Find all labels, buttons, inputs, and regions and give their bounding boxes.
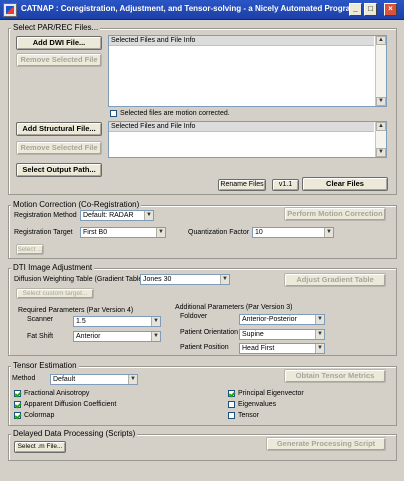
- scroll-up-icon[interactable]: ▲: [376, 122, 386, 131]
- scroll-down-icon[interactable]: ▼: [376, 148, 386, 157]
- rename-files-button[interactable]: Rename Files: [218, 179, 266, 191]
- patient-orientation-label: Patient Orientation: [180, 329, 238, 336]
- clear-files-button[interactable]: Clear Files: [302, 177, 388, 191]
- fractional-anisotropy-checkbox[interactable]: [14, 390, 21, 397]
- motion-correction-panel-title: Motion Correction (Co-Registration): [11, 200, 142, 209]
- tensor-method-dropdown[interactable]: Default ▼: [50, 374, 138, 385]
- patient-orientation-dropdown[interactable]: Supine ▼: [239, 329, 325, 340]
- obtain-tensor-metrics-button[interactable]: Obtain Tensor Metrics: [284, 369, 386, 383]
- perform-motion-correction-button[interactable]: Perform Motion Correction: [284, 207, 386, 221]
- fat-shift-value: Anterior: [76, 333, 101, 340]
- select-output-path-button[interactable]: Select Output Path...: [16, 163, 102, 177]
- structural-file-list[interactable]: Selected Files and File Info ▲ ▼: [108, 121, 387, 158]
- dwi-list-header: Selected Files and File Info: [109, 36, 374, 46]
- chevron-down-icon: ▼: [315, 315, 324, 324]
- chevron-down-icon: ▼: [315, 330, 324, 339]
- quantization-factor-label: Quantization Factor: [188, 229, 250, 236]
- adc-checkbox[interactable]: [14, 401, 21, 408]
- additional-parameters-label: Additional Parameters (Par Version 3): [175, 304, 293, 311]
- tensor-label: Tensor: [238, 412, 260, 419]
- maximize-button[interactable]: □: [364, 3, 377, 16]
- quantization-factor-dropdown[interactable]: 10 ▼: [252, 227, 334, 238]
- add-structural-file-button[interactable]: Add Structural File...: [16, 122, 102, 136]
- generate-processing-script-button[interactable]: Generate Processing Script: [266, 437, 386, 451]
- chevron-down-icon: ▼: [324, 228, 333, 237]
- select-target-button[interactable]: Select ...: [16, 244, 44, 255]
- minimize-button[interactable]: _: [349, 3, 362, 16]
- window-title: CATNAP : Coregistration, Adjustment, and…: [21, 4, 358, 13]
- registration-method-dropdown[interactable]: Default: RADAR ▼: [80, 210, 154, 221]
- scroll-up-icon[interactable]: ▲: [376, 36, 386, 45]
- chevron-down-icon: ▼: [151, 332, 160, 341]
- remove-structural-file-button[interactable]: Remove Selected File: [16, 141, 102, 155]
- tensor-checkbox[interactable]: [228, 412, 235, 419]
- foldover-dropdown[interactable]: Anterior-Posterior ▼: [239, 314, 325, 325]
- tensor-estimation-panel-title: Tensor Estimation: [11, 361, 79, 370]
- motion-corrected-checkbox[interactable]: [110, 110, 117, 117]
- motion-corrected-label: Selected files are motion corrected.: [120, 110, 230, 117]
- gradient-table-dropdown[interactable]: Jones 30 ▼: [140, 274, 230, 285]
- chevron-down-icon: ▼: [315, 344, 324, 353]
- required-parameters-label: Required Parameters (Par Version 4): [18, 307, 134, 314]
- eigenvalues-label: Eigenvalues: [238, 401, 277, 408]
- fat-shift-label: Fat Shift: [27, 333, 54, 340]
- foldover-label: Foldover: [180, 313, 208, 320]
- registration-target-dropdown[interactable]: First B0 ▼: [80, 227, 166, 238]
- eigenvalues-checkbox[interactable]: [228, 401, 235, 408]
- dti-adjustment-panel-title: DTI Image Adjustment: [11, 263, 95, 272]
- scroll-down-icon[interactable]: ▼: [376, 97, 386, 106]
- chevron-down-icon: ▼: [144, 211, 153, 220]
- fat-shift-dropdown[interactable]: Anterior ▼: [73, 331, 161, 342]
- version-button[interactable]: v1.1: [272, 179, 299, 191]
- close-button[interactable]: ×: [384, 3, 397, 16]
- scanner-value: 1.5: [76, 318, 86, 325]
- chevron-down-icon: ▼: [156, 228, 165, 237]
- principal-eigenvector-label: Principal Eigenvector: [238, 390, 304, 397]
- registration-target-value: First B0: [83, 229, 108, 236]
- tensor-method-value: Default: [53, 376, 76, 383]
- par-rec-panel-title: Select PAR/REC Files...: [11, 23, 101, 32]
- dwi-list-scrollbar[interactable]: ▲ ▼: [375, 36, 386, 106]
- dwi-file-list[interactable]: Selected Files and File Info ▲ ▼: [108, 35, 387, 107]
- foldover-value: Anterior-Posterior: [242, 316, 297, 323]
- select-m-file-button[interactable]: Select .m File...: [14, 441, 66, 453]
- patient-orientation-value: Supine: [242, 331, 264, 338]
- add-dwi-file-button[interactable]: Add DWI File...: [16, 36, 102, 50]
- structural-list-header: Selected Files and File Info: [109, 122, 374, 132]
- window-titlebar: CATNAP : Coregistration, Adjustment, and…: [0, 0, 404, 20]
- scanner-dropdown[interactable]: 1.5 ▼: [73, 316, 161, 327]
- patient-position-label: Patient Position: [180, 344, 229, 351]
- fractional-anisotropy-label: Fractional Anisotropy: [24, 390, 90, 397]
- registration-method-label: Registration Method: [14, 212, 77, 219]
- chevron-down-icon: ▼: [128, 375, 137, 384]
- delayed-processing-panel-title: Delayed Data Processing (Scripts): [11, 429, 138, 438]
- gradient-table-label: Diffusion Weighting Table (Gradient Tabl…: [14, 276, 145, 283]
- gradient-table-value: Jones 30: [143, 276, 172, 283]
- tensor-method-label: Method: [12, 375, 36, 382]
- colormap-label: Colormap: [24, 412, 55, 419]
- structural-list-scrollbar[interactable]: ▲ ▼: [375, 122, 386, 157]
- patient-position-value: Head First: [242, 345, 275, 352]
- adc-label: Apparent Diffusion Coefficient: [24, 401, 117, 408]
- patient-position-dropdown[interactable]: Head First ▼: [239, 343, 325, 354]
- adjust-gradient-table-button[interactable]: Adjust Gradient Table: [284, 273, 386, 287]
- colormap-checkbox[interactable]: [14, 412, 21, 419]
- registration-method-value: Default: RADAR: [83, 212, 134, 219]
- remove-dwi-file-button[interactable]: Remove Selected File: [16, 53, 102, 67]
- registration-target-label: Registration Target: [14, 229, 73, 236]
- chevron-down-icon: ▼: [220, 275, 229, 284]
- quantization-factor-value: 10: [255, 229, 263, 236]
- app-icon: [3, 3, 17, 17]
- select-custom-target-button[interactable]: Select custom target...: [16, 288, 94, 299]
- principal-eigenvector-checkbox[interactable]: [228, 390, 235, 397]
- chevron-down-icon: ▼: [151, 317, 160, 326]
- scanner-label: Scanner: [27, 316, 54, 323]
